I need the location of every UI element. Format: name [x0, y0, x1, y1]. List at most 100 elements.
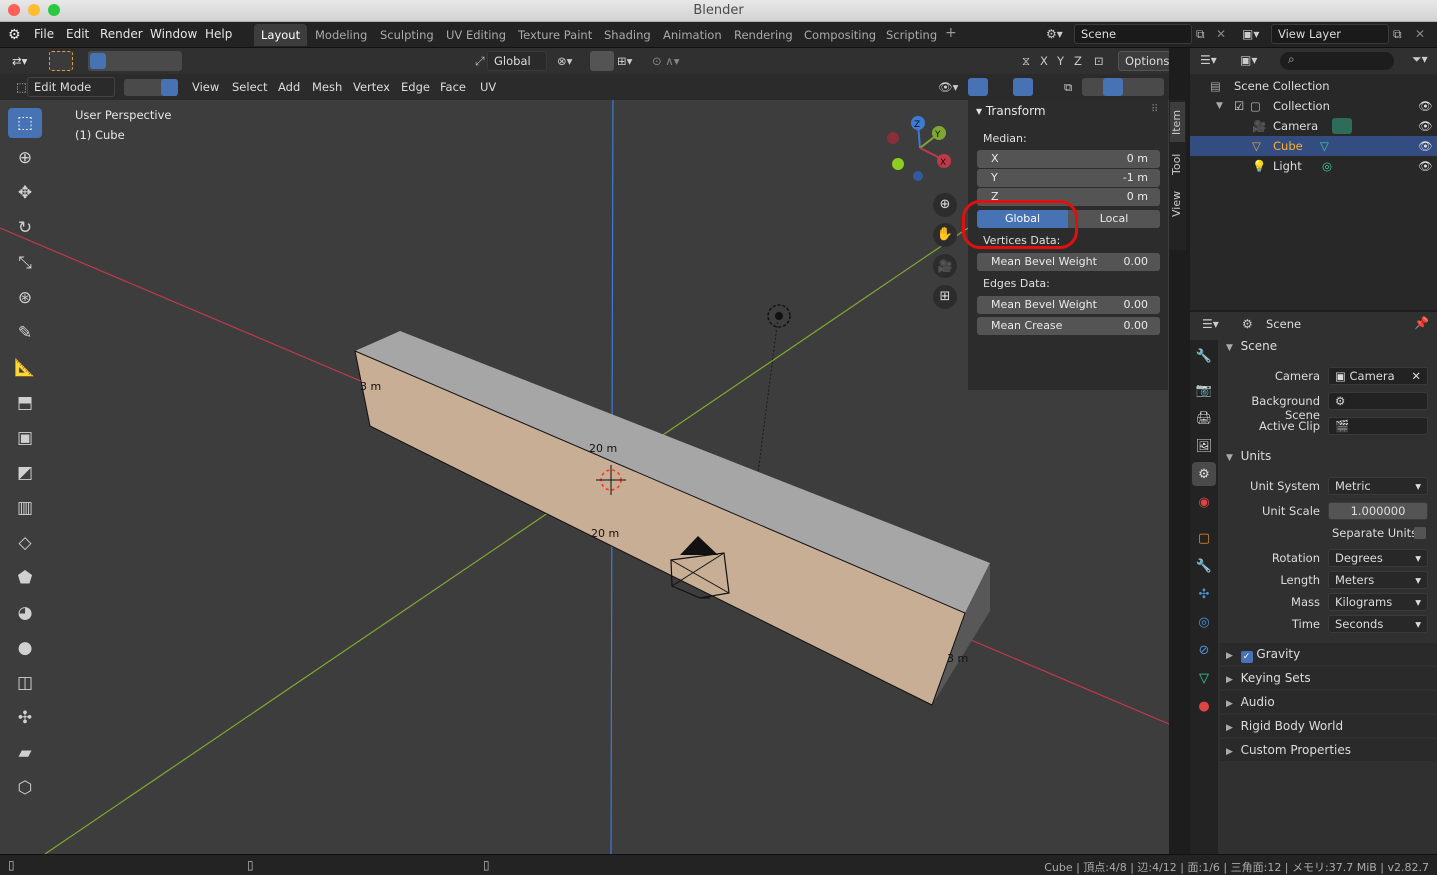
scale-tool-icon[interactable]: ⤡ [8, 248, 42, 278]
header-menu-select[interactable]: Select [228, 77, 271, 97]
header-menu-mesh[interactable]: Mesh [308, 77, 346, 97]
particles-tab-icon[interactable]: ✣ [1192, 582, 1216, 606]
menu-render[interactable]: Render [100, 27, 143, 41]
properties-editor-type-icon[interactable]: ☰▾ [1202, 317, 1219, 331]
blender-logo-icon[interactable]: ⚙ [8, 27, 21, 43]
select-tool-icon[interactable]: ⬚ [8, 108, 42, 138]
keying-sets-section-header[interactable]: ▶ Keying Sets [1220, 667, 1437, 689]
modifier-tab-icon[interactable]: 🔧 [1192, 554, 1216, 578]
output-tab-icon[interactable]: 🖨 [1192, 406, 1216, 430]
3d-viewport[interactable]: 3 m 20 m 20 m 3 m ⇄▾ ⤢ Global ⊗▾ ⊞▾ ⊙ ∧▾… [0, 48, 1169, 854]
delete-view-layer-icon[interactable]: ✕ [1415, 27, 1425, 41]
menu-edit[interactable]: Edit [66, 27, 89, 41]
cursor-tool-icon[interactable]: ⊕ [8, 143, 42, 173]
world-tab-icon[interactable]: ◉ [1192, 490, 1216, 514]
transform-panel-header[interactable]: ▾ Transform [976, 104, 1046, 118]
audio-section-header[interactable]: ▶ Audio [1220, 691, 1437, 713]
scene-section-header[interactable]: ▼ Scene [1220, 335, 1437, 357]
visibility-eye-icon[interactable]: 👁 [1418, 156, 1433, 176]
vertex-mean-bevel-weight-field[interactable]: Mean Bevel Weight 0.00 [977, 253, 1160, 271]
axis-z-toggle[interactable]: Z [1070, 51, 1086, 71]
knife-tool-icon[interactable]: ◇ [8, 528, 42, 558]
workspace-tab-compositing[interactable]: Compositing [797, 24, 883, 46]
edge-mean-bevel-weight-field[interactable]: Mean Bevel Weight 0.00 [977, 296, 1160, 314]
edge-slide-tool-icon[interactable]: ◫ [8, 668, 42, 698]
sidebar-tab-view[interactable]: View [1170, 186, 1185, 222]
view-layer-icon[interactable]: ▣▾ [1242, 27, 1259, 41]
transform-tool-icon[interactable]: ⊛ [8, 283, 42, 313]
mode-dropdown[interactable]: Edit Mode [27, 77, 115, 97]
physics-tab-icon[interactable]: ◎ [1192, 610, 1216, 634]
display-mode-icon[interactable]: ▣▾ [1240, 53, 1257, 67]
camera-view-icon[interactable]: 🎥 [933, 254, 957, 278]
workspace-tab-rendering[interactable]: Rendering [727, 24, 800, 46]
annotate-tool-icon[interactable]: ✎ [8, 318, 42, 348]
collection-checkbox-icon[interactable]: ☑ [1234, 96, 1244, 116]
workspace-tab-texture-paint[interactable]: Texture Paint [511, 24, 599, 46]
view-layer-tab-icon[interactable]: 🖼 [1192, 434, 1216, 458]
editor-type-icon[interactable]: ⇄▾ [8, 51, 31, 71]
header-menu-face[interactable]: Face [436, 77, 470, 97]
workspace-tab-modeling[interactable]: Modeling [308, 24, 374, 46]
active-clip-field[interactable]: 🎬 [1328, 417, 1428, 435]
constraints-tab-icon[interactable]: ⊘ [1192, 638, 1216, 662]
workspace-tab-scripting[interactable]: Scripting [879, 24, 944, 46]
inset-tool-icon[interactable]: ▣ [8, 423, 42, 453]
outliner-search-input[interactable] [1280, 52, 1394, 70]
zoom-icon[interactable]: ⊕ [933, 193, 957, 217]
new-view-layer-icon[interactable]: ⧉ [1393, 27, 1402, 42]
median-x-field[interactable]: X0 m [977, 150, 1160, 168]
menu-help[interactable]: Help [205, 27, 232, 41]
outliner-item[interactable]: ▤ Scene Collection [1190, 76, 1437, 96]
sidebar-tab-item[interactable]: Item [1170, 102, 1185, 142]
auto-merge-icon[interactable]: ⊡ [1090, 51, 1108, 71]
time-dropdown[interactable]: Seconds ▾ [1328, 615, 1428, 633]
header-menu-edge[interactable]: Edge [397, 77, 434, 97]
workspace-tab-shading[interactable]: Shading [597, 24, 658, 46]
object-tab-icon[interactable]: ▢ [1192, 526, 1216, 550]
visibility-eye-icon[interactable]: 👁 [1418, 136, 1433, 156]
rotate-tool-icon[interactable]: ↻ [8, 213, 42, 243]
delete-scene-icon[interactable]: ✕ [1216, 27, 1226, 41]
bevel-tool-icon[interactable]: ◩ [8, 458, 42, 488]
mass-dropdown[interactable]: Kilograms ▾ [1328, 593, 1428, 611]
snap-icon[interactable] [590, 51, 614, 71]
shading-modes[interactable] [1082, 78, 1164, 96]
ortho-grid-icon[interactable]: ⊞ [933, 285, 957, 309]
camera-field[interactable]: ▣ Camera ✕ [1328, 367, 1428, 385]
options-dropdown[interactable]: Options ▾ [1118, 51, 1169, 71]
background-scene-field[interactable]: ⚙ [1328, 392, 1428, 410]
header-menu-add[interactable]: Add [274, 77, 304, 97]
material-tab-icon[interactable]: ● [1192, 694, 1216, 718]
gravity-checkbox[interactable]: ✓ [1240, 651, 1253, 663]
add-workspace-icon[interactable]: + [945, 25, 957, 41]
outliner-item[interactable]: 🎥 Camera 👁 [1190, 116, 1437, 136]
light-data-icon[interactable]: ◎ [1322, 156, 1332, 176]
edge-mean-crease-field[interactable]: Mean Crease 0.00 [977, 317, 1160, 335]
visibility-icon[interactable]: 👁▾ [934, 77, 962, 97]
new-scene-icon[interactable]: ⧉ [1196, 27, 1205, 42]
proportional-edit-icon[interactable]: ⊙ ∧▾ [648, 51, 683, 71]
measure-tool-icon[interactable]: 📐 [8, 353, 42, 383]
length-dropdown[interactable]: Meters ▾ [1328, 571, 1428, 589]
custom-properties-section-header[interactable]: ▶ Custom Properties [1220, 739, 1437, 761]
menu-file[interactable]: File [34, 27, 54, 41]
axis-x-toggle[interactable]: X [1036, 51, 1052, 71]
solid-shading-icon[interactable] [1103, 78, 1123, 96]
expand-icon[interactable]: ▼ [1216, 96, 1223, 116]
local-space-button[interactable]: Local [1068, 210, 1160, 228]
rotation-dropdown[interactable]: Degrees ▾ [1328, 549, 1428, 567]
workspace-tab-layout[interactable]: Layout [254, 24, 308, 46]
gravity-section-header[interactable]: ▶ ✓ Gravity [1220, 643, 1437, 665]
unit-scale-field[interactable]: 1.000000 [1328, 502, 1428, 520]
face-select-mode-icon[interactable] [161, 79, 178, 96]
header-menu-view[interactable]: View [188, 77, 223, 97]
pan-hand-icon[interactable]: ✋ [933, 223, 957, 247]
camera-data-icon[interactable] [1332, 118, 1352, 134]
select-new-icon[interactable] [90, 53, 106, 69]
visibility-eye-icon[interactable]: 👁 [1418, 116, 1433, 136]
shear-tool-icon[interactable]: ▰ [8, 738, 42, 768]
scene-name-field[interactable]: Scene [1074, 24, 1192, 44]
separate-units-checkbox[interactable] [1414, 527, 1426, 539]
rip-tool-icon[interactable]: ⬡ [8, 773, 42, 803]
